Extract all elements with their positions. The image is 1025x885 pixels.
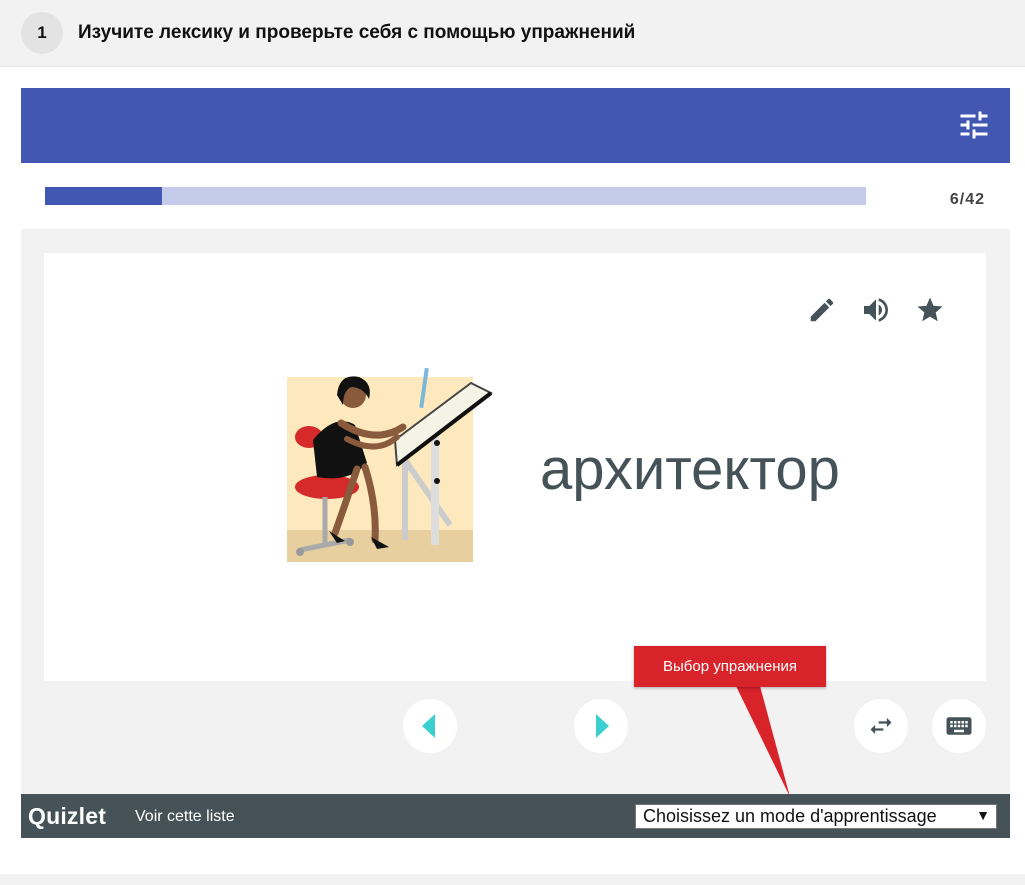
progress-fill [45,187,163,205]
view-list-link[interactable]: Voir cette liste [135,808,235,826]
next-card-button[interactable] [574,699,628,753]
pencil-icon[interactable] [803,291,841,329]
quizlet-logo[interactable]: Quizlet [28,803,106,830]
progress-bar [45,187,866,205]
bottom-strip [0,874,1025,885]
swap-sides-button[interactable] [854,699,908,753]
prev-card-button[interactable] [403,699,457,753]
flashcard[interactable]: архитектор [44,253,986,681]
volume-icon[interactable] [857,291,895,329]
step-title: Изучите лексику и проверьте себя с помощ… [78,22,636,43]
settings-sliders-icon[interactable] [956,107,992,143]
quizlet-topbar [21,88,1010,163]
star-icon[interactable] [911,291,949,329]
progress-section: 6/42 [21,163,1010,229]
quizlet-footer: Quizlet Voir cette liste Choisissez un m… [21,794,1010,838]
study-mode-select-value: Choisissez un mode d'apprentissage [643,806,937,826]
chevron-left-icon [422,714,435,738]
keyboard-icon [946,717,972,735]
step-header: 1 Изучите лексику и проверьте себя с пом… [0,0,1025,67]
dropdown-arrow-icon: ▼ [976,807,990,823]
exercise-choice-callout: Выбор упражнения [634,646,826,687]
chevron-right-icon [596,714,609,738]
flashcard-term: архитектор [540,437,840,502]
swap-arrows-icon [870,717,892,735]
quizlet-embed: 6/42 архитектор Quizlet Voir cette liste… [21,88,1010,838]
step-number-badge: 1 [21,12,63,54]
architect-illustration [287,367,493,562]
progress-count: 6/42 [949,191,985,208]
study-mode-select[interactable]: Choisissez un mode d'apprentissage ▼ [635,804,997,829]
keyboard-shortcuts-button[interactable] [932,699,986,753]
